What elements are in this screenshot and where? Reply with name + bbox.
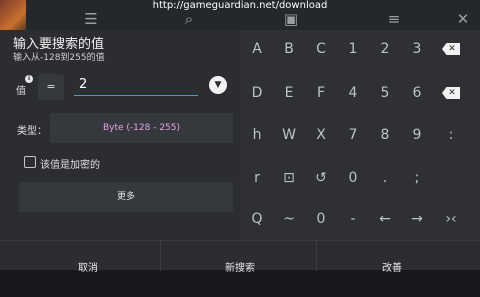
more-button[interactable]: 更多	[19, 182, 233, 212]
select-all-icon: ⊡	[283, 170, 295, 186]
cursor-right-key[interactable]: →	[401, 202, 433, 236]
select-all-key[interactable]: ⊡	[273, 161, 305, 195]
value-input[interactable]: 2	[74, 74, 198, 96]
refine-button[interactable]: 改善	[312, 241, 472, 274]
key-7[interactable]: 7	[337, 118, 369, 152]
key-9[interactable]: 9	[401, 118, 433, 152]
key-6[interactable]: 6	[401, 76, 433, 110]
key-d[interactable]: D	[241, 76, 273, 110]
arrow-left-icon: ←	[379, 211, 391, 227]
key-c[interactable]: C	[305, 32, 337, 66]
key-3[interactable]: 3	[401, 32, 433, 66]
key-2[interactable]: 2	[369, 32, 401, 66]
value-label: 值	[16, 86, 26, 97]
key-h[interactable]: h	[241, 118, 273, 152]
hex-keyboard: A B C 1 2 3 ✕ D E F 4 5 6 ✕ h W X 7 8 9 …	[240, 30, 480, 240]
cursor-left-key[interactable]: ←	[369, 202, 401, 236]
download-url: http://gameguardian.net/download	[152, 0, 328, 11]
operator-button[interactable]: =	[38, 74, 64, 100]
key-minus[interactable]: -	[337, 202, 369, 236]
key-8[interactable]: 8	[369, 118, 401, 152]
key-r[interactable]: r	[241, 161, 273, 195]
key-tilde[interactable]: ~	[273, 202, 305, 236]
key-e[interactable]: E	[273, 76, 305, 110]
backspace-key[interactable]: ✕	[435, 32, 467, 66]
key-a[interactable]: A	[241, 32, 273, 66]
key-b[interactable]: B	[273, 32, 305, 66]
dialog-button-bar: 取消 新搜索 改善	[0, 240, 480, 274]
key-zero-b[interactable]: 0	[305, 202, 337, 236]
key-0[interactable]: 0	[337, 161, 369, 195]
key-colon[interactable]: :	[435, 118, 467, 152]
backspace-icon: ✕	[442, 43, 460, 55]
key-1[interactable]: 1	[337, 32, 369, 66]
key-w[interactable]: W	[273, 118, 305, 152]
key-semicolon[interactable]: ;	[401, 161, 433, 195]
arrow-right-icon: →	[411, 211, 423, 227]
key-x[interactable]: X	[305, 118, 337, 152]
encrypted-label: 该值是加密的	[40, 160, 100, 171]
clear-key[interactable]: ✕	[435, 76, 467, 110]
history-key[interactable]: ↺	[305, 161, 337, 195]
key-dot[interactable]: .	[369, 161, 401, 195]
key-5[interactable]: 5	[369, 76, 401, 110]
key-q[interactable]: Q	[241, 202, 273, 236]
new-search-button[interactable]: 新搜索	[160, 241, 320, 274]
clear-icon: ✕	[442, 87, 460, 99]
info-icon[interactable]: i	[25, 75, 33, 83]
key-f[interactable]: F	[305, 76, 337, 110]
key-4[interactable]: 4	[337, 76, 369, 110]
collapse-icon: ›‹	[445, 211, 457, 227]
type-select[interactable]: Byte (-128 - 255)	[50, 113, 233, 143]
encrypted-checkbox[interactable]	[24, 156, 36, 168]
cancel-button[interactable]: 取消	[8, 241, 168, 274]
history-icon: ↺	[315, 170, 327, 186]
history-dropdown-button[interactable]: ▼	[209, 76, 227, 94]
search-dialog: 输入要搜索的值 输入从-128到255的值 值 i = 2 ▼ 类型： Byte…	[0, 30, 480, 274]
hide-keyboard-key[interactable]: ›‹	[435, 202, 467, 236]
dialog-subtitle: 输入从-128到255的值	[13, 53, 105, 63]
type-label: 类型：	[17, 126, 47, 137]
